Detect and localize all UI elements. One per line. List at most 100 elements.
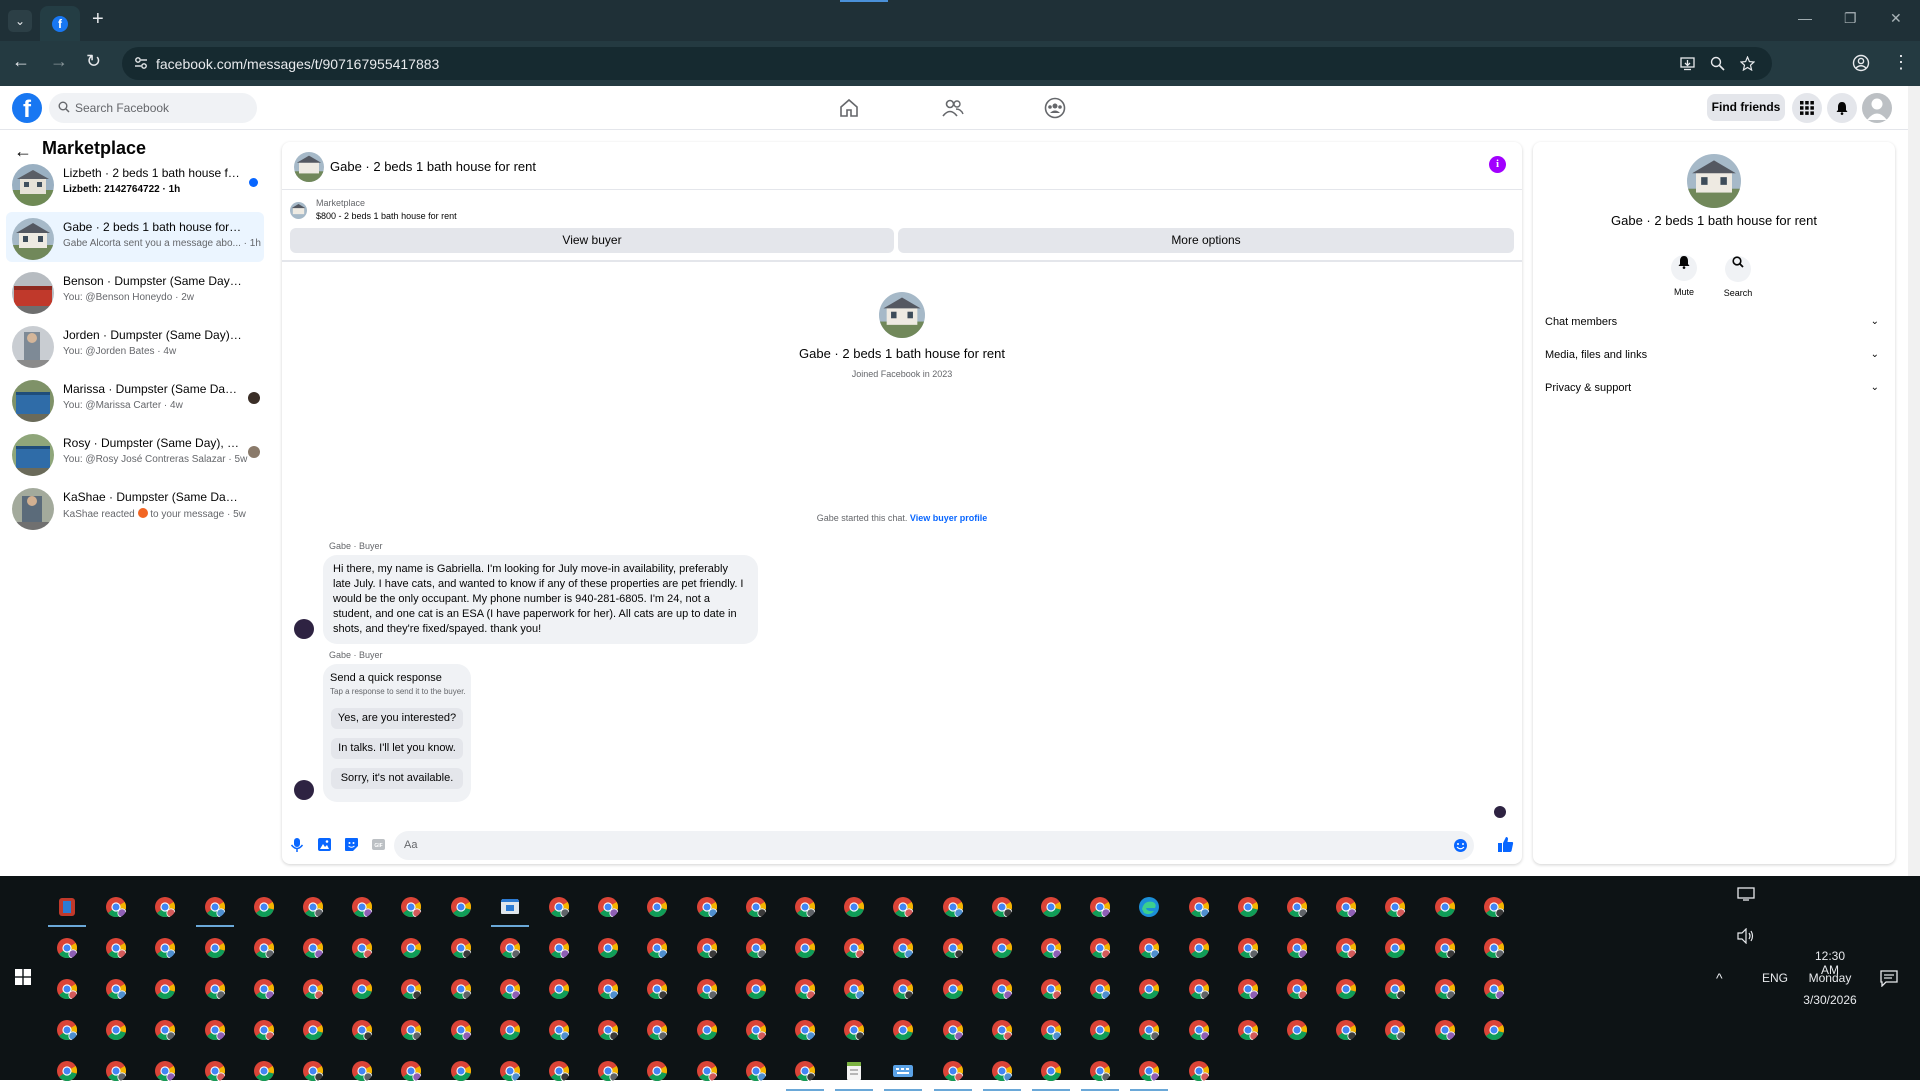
chrome-icon[interactable] (1483, 1019, 1505, 1041)
chrome-icon[interactable] (991, 1060, 1013, 1082)
restore-icon[interactable]: ❐ (1844, 10, 1857, 27)
address-bar[interactable]: facebook.com/messages/t/907167955417883 (122, 47, 1772, 80)
more-options-button[interactable]: More options (898, 228, 1514, 253)
chrome-icon[interactable] (253, 896, 275, 918)
chrome-icon[interactable] (1188, 1060, 1210, 1082)
edge-browser-icon[interactable] (1138, 896, 1160, 918)
chrome-icon[interactable] (646, 978, 668, 1000)
chrome-icon[interactable] (450, 978, 472, 1000)
chat-avatar[interactable] (294, 152, 324, 182)
chrome-icon[interactable] (450, 1060, 472, 1082)
chrome-icon[interactable] (794, 896, 816, 918)
view-buyer-profile-link[interactable]: View buyer profile (910, 513, 987, 523)
chrome-icon[interactable] (745, 978, 767, 1000)
info-icon[interactable]: i (1489, 156, 1506, 173)
chrome-icon[interactable] (400, 978, 422, 1000)
chrome-icon[interactable] (154, 1019, 176, 1041)
display-icon[interactable] (1737, 887, 1755, 901)
chrome-icon[interactable] (646, 1060, 668, 1082)
chrome-icon[interactable] (351, 978, 373, 1000)
page-scrollbar[interactable] (1908, 86, 1920, 876)
chrome-icon[interactable] (1286, 1019, 1308, 1041)
clock-date[interactable]: 3/30/2026 (1800, 993, 1860, 1007)
chrome-icon[interactable] (56, 1019, 78, 1041)
clock-day[interactable]: Monday (1806, 971, 1854, 985)
chrome-icon[interactable] (204, 937, 226, 959)
chat-members-section[interactable]: Chat members ⌄ (1545, 310, 1885, 336)
listing-banner[interactable]: Marketplace $800 - 2 beds 1 bath house f… (290, 196, 890, 226)
chrome-icon[interactable] (794, 1019, 816, 1041)
bookmark-star-icon[interactable] (1740, 56, 1755, 71)
conversation-item[interactable]: KaShae · Dumpster (Same Day), Re... KaSh… (6, 482, 264, 532)
chrome-icon[interactable] (942, 978, 964, 1000)
chrome-icon[interactable] (1384, 937, 1406, 959)
chrome-icon[interactable] (56, 937, 78, 959)
chrome-icon[interactable] (1138, 937, 1160, 959)
chrome-icon[interactable] (1335, 978, 1357, 1000)
pinned-app-icon[interactable] (56, 896, 78, 918)
message-input[interactable]: Aa (394, 831, 1474, 860)
photo-icon[interactable] (317, 837, 332, 852)
chrome-icon[interactable] (1335, 1019, 1357, 1041)
chrome-icon[interactable] (597, 978, 619, 1000)
chrome-icon[interactable] (1237, 978, 1259, 1000)
chrome-icon[interactable] (1237, 937, 1259, 959)
chrome-icon[interactable] (548, 896, 570, 918)
chrome-icon[interactable] (991, 1019, 1013, 1041)
chrome-icon[interactable] (1434, 1019, 1456, 1041)
chrome-icon[interactable] (1483, 896, 1505, 918)
chrome-icon[interactable] (1286, 978, 1308, 1000)
chrome-icon[interactable] (302, 937, 324, 959)
chrome-icon[interactable] (646, 937, 668, 959)
chrome-icon[interactable] (1483, 978, 1505, 1000)
chrome-icon[interactable] (597, 896, 619, 918)
chrome-icon[interactable] (1188, 1019, 1210, 1041)
chrome-icon[interactable] (204, 1019, 226, 1041)
chrome-icon[interactable] (1138, 1060, 1160, 1082)
volume-icon[interactable] (1737, 928, 1755, 944)
chrome-icon[interactable] (597, 1060, 619, 1082)
chrome-icon[interactable] (1384, 896, 1406, 918)
new-tab-icon[interactable]: + (92, 9, 104, 29)
chrome-icon[interactable] (56, 1060, 78, 1082)
details-avatar[interactable] (1687, 154, 1741, 208)
chrome-icon[interactable] (696, 896, 718, 918)
chrome-icon[interactable] (1237, 896, 1259, 918)
view-buyer-button[interactable]: View buyer (290, 228, 894, 253)
chrome-icon[interactable] (843, 937, 865, 959)
home-icon[interactable] (838, 97, 860, 119)
chrome-icon[interactable] (1434, 896, 1456, 918)
chrome-icon[interactable] (351, 937, 373, 959)
chrome-icon[interactable] (1188, 937, 1210, 959)
reload-icon[interactable]: ↻ (86, 51, 101, 72)
chrome-icon[interactable] (1188, 978, 1210, 1000)
profile-icon[interactable] (1852, 54, 1870, 72)
chrome-icon[interactable] (991, 937, 1013, 959)
chrome-icon[interactable] (942, 1019, 964, 1041)
tab-search-button[interactable]: ⌄ (8, 10, 32, 32)
chrome-icon[interactable] (400, 1019, 422, 1041)
chrome-icon[interactable] (892, 1019, 914, 1041)
conversation-item-selected[interactable]: Gabe · 2 beds 1 bath house for rent Gabe… (6, 212, 264, 262)
chrome-icon[interactable] (204, 978, 226, 1000)
chrome-icon[interactable] (105, 896, 127, 918)
chrome-icon[interactable] (253, 937, 275, 959)
chrome-icon[interactable] (105, 1019, 127, 1041)
chrome-icon[interactable] (745, 937, 767, 959)
quick-response-button[interactable]: Sorry, it's not available. (331, 768, 463, 789)
chrome-icon[interactable] (400, 896, 422, 918)
chrome-icon[interactable] (745, 896, 767, 918)
chrome-icon[interactable] (892, 937, 914, 959)
chrome-icon[interactable] (1188, 896, 1210, 918)
browser-tab-facebook[interactable]: f (40, 6, 80, 41)
chrome-icon[interactable] (745, 1019, 767, 1041)
chrome-icon[interactable] (646, 896, 668, 918)
chrome-icon[interactable] (154, 1060, 176, 1082)
chrome-icon[interactable] (646, 1019, 668, 1041)
chrome-icon[interactable] (548, 1019, 570, 1041)
groups-icon[interactable] (1044, 97, 1066, 119)
minimize-icon[interactable]: — (1798, 10, 1812, 26)
chrome-icon[interactable] (253, 1019, 275, 1041)
sender-avatar[interactable] (294, 619, 314, 639)
chrome-icon[interactable] (499, 937, 521, 959)
